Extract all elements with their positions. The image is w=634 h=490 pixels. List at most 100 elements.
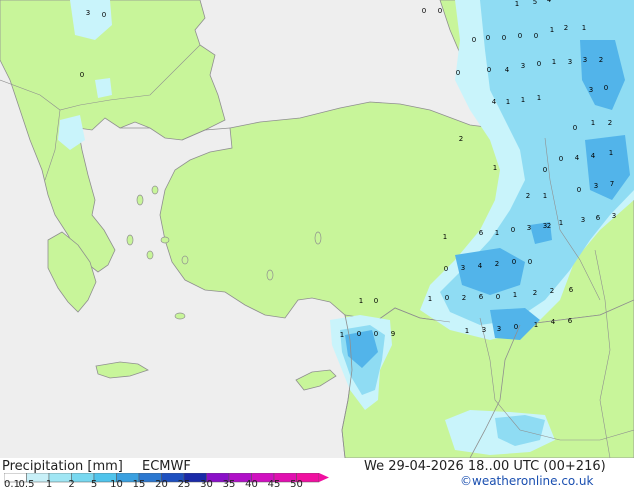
grid-value: 1: [340, 331, 344, 339]
grid-value: 0: [486, 34, 490, 42]
grid-value: 1: [534, 321, 538, 329]
legend-level-label: 0.5: [18, 479, 35, 490]
grid-value: 2: [495, 260, 499, 268]
grid-value: 0: [512, 258, 516, 266]
grid-value: 1: [550, 26, 554, 34]
grid-value: 4: [551, 318, 556, 326]
grid-value: 1: [493, 164, 497, 172]
grid-value: 1: [543, 192, 547, 200]
grid-value: 1: [428, 295, 432, 303]
grid-value: 1: [506, 98, 510, 106]
grid-value: 3: [581, 216, 585, 224]
grid-value: 0: [537, 60, 541, 68]
legend-level-label: 30: [200, 479, 213, 490]
grid-value: 6: [596, 214, 601, 222]
legend-level-label: 1: [45, 479, 53, 490]
grid-value: 1: [521, 96, 525, 104]
legend-title: Precipitation [mm]: [2, 459, 123, 474]
grid-value: 0: [534, 32, 538, 40]
grid-value: 0: [80, 71, 84, 79]
grid-value: 3: [461, 264, 465, 272]
grid-value: 0: [577, 186, 581, 194]
legend-arrow: [319, 473, 329, 482]
legend-level-label: 10: [110, 479, 123, 490]
grid-value: 3: [497, 325, 501, 333]
grid-value: 3: [527, 224, 531, 232]
grid-value: 4: [478, 262, 483, 270]
grid-value: 2: [608, 119, 612, 127]
grid-value: 0: [102, 11, 106, 19]
grid-value: 0: [438, 7, 442, 15]
valid-time: We 29-04-2026 18..00 UTC (00+216): [364, 459, 606, 474]
grid-value: 0: [374, 330, 378, 338]
grid-value: 0: [472, 36, 476, 44]
grid-value: 2: [547, 222, 551, 230]
grid-value: 2: [550, 287, 554, 295]
grid-value: 3: [583, 56, 587, 64]
grid-value: 4: [547, 0, 552, 4]
grid-value: 0: [573, 124, 577, 132]
grid-value: 4: [492, 98, 497, 106]
grid-value: 3: [568, 58, 572, 66]
legend-level-label: 25: [177, 479, 191, 490]
grid-value: 5: [533, 0, 537, 6]
grid-value: 0: [502, 34, 506, 42]
grid-value: 0: [357, 330, 361, 338]
grid-value: 0: [528, 258, 532, 266]
grid-value: 1: [552, 58, 556, 66]
grid-value: 0: [511, 226, 515, 234]
grid-value: 0: [444, 265, 448, 273]
grid-value: 0: [496, 293, 500, 301]
legend-level-label: 45: [267, 479, 281, 490]
grid-value: 1: [495, 229, 499, 237]
grid-value: 3: [521, 62, 525, 70]
credit-text: ©weatheronline.co.uk: [460, 474, 594, 488]
grid-value: 0: [518, 32, 522, 40]
grid-value: 1: [559, 219, 563, 227]
grid-value: 6: [568, 317, 573, 325]
grid-value: 2: [462, 294, 466, 302]
grid-value: 3: [612, 212, 616, 220]
legend-level-label: 35: [222, 479, 236, 490]
grid-value: 0: [543, 166, 547, 174]
grid-value: 2: [459, 135, 463, 143]
grid-value: 3: [482, 326, 486, 334]
grid-value: 2: [526, 192, 530, 200]
grid-value: 1: [609, 149, 613, 157]
legend-level-label: 5: [90, 479, 98, 490]
grid-value: 2: [599, 56, 603, 64]
precipitation-map: 3 0 0 001 5 40 0 0 0 01 2 10 0 4 3 0 1 3 3 23 04 1 1 101 2200 4 4 1…: [0, 0, 634, 458]
grid-value: 3: [594, 182, 598, 190]
grid-value: 0: [514, 323, 518, 331]
grid-value: 2: [533, 289, 537, 297]
grid-value: 1: [513, 291, 517, 299]
grid-value: 0: [374, 297, 378, 305]
grid-value: 6: [569, 286, 574, 294]
grid-value: 4: [505, 66, 510, 74]
grid-value: 6: [479, 293, 484, 301]
grid-value: 1: [537, 94, 541, 102]
legend-level-label: 20: [155, 479, 168, 490]
grid-value: 9: [391, 330, 395, 338]
grid-value: 1: [359, 297, 363, 305]
grid-value: 1: [465, 327, 469, 335]
grid-value: 1: [515, 0, 519, 8]
legend-level-label: 15: [132, 479, 146, 490]
grid-value: 0: [445, 294, 449, 302]
grid-value: 3: [86, 9, 90, 17]
grid-value: 1: [591, 119, 595, 127]
grid-value: 1: [443, 233, 447, 241]
grid-value: 4: [575, 154, 580, 162]
grid-value: 0: [487, 66, 491, 74]
grid-value: 6: [479, 229, 484, 237]
legend-level-label: 50: [290, 479, 303, 490]
grid-value: 0: [456, 69, 460, 77]
grid-value: 1: [582, 24, 586, 32]
legend-colorbar: [4, 473, 329, 483]
grid-value: 0: [559, 155, 563, 163]
grid-value: 0: [604, 84, 608, 92]
grid-value: 0: [422, 7, 426, 15]
grid-value: 2: [564, 24, 568, 32]
legend-level-label: 40: [245, 479, 258, 490]
legend-level-label: 2: [68, 479, 75, 490]
